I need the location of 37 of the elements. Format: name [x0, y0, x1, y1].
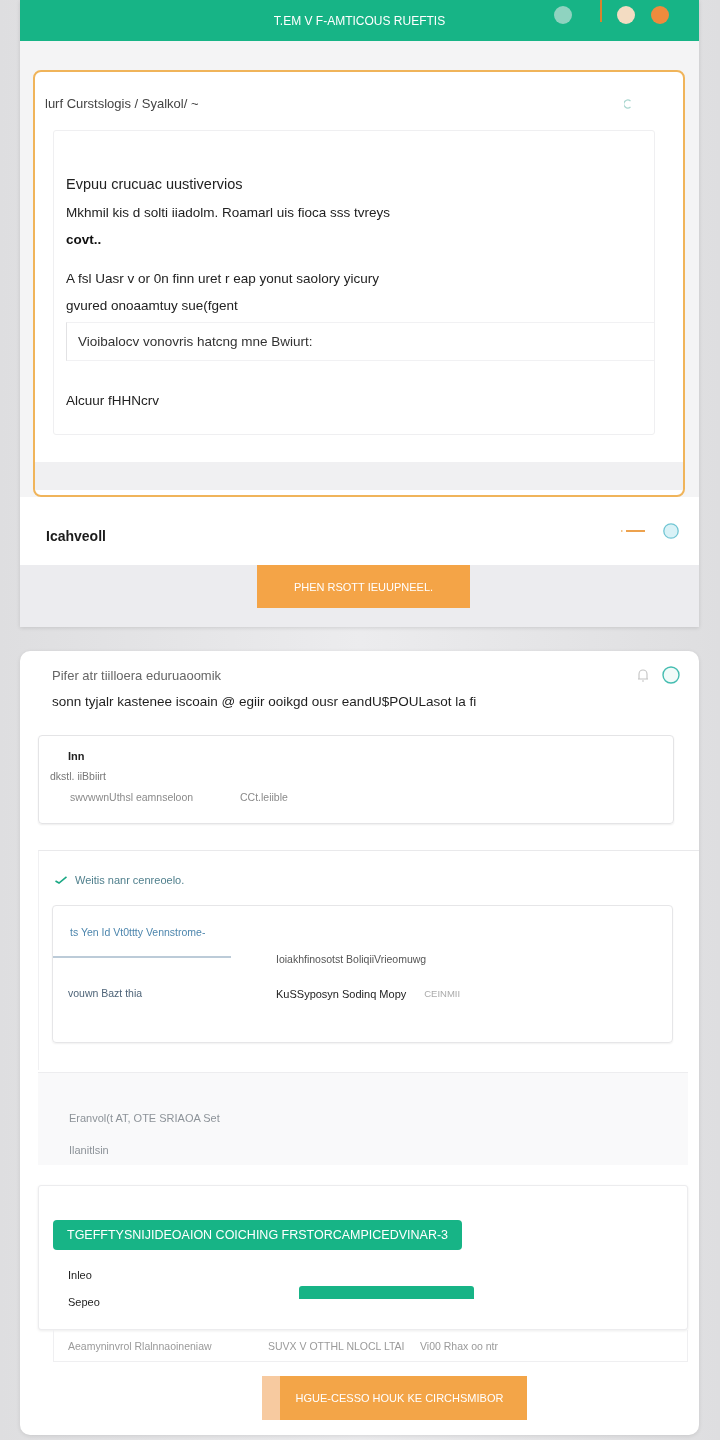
paragraph: A fsl Uasr v or 0n finn uret r eap yonut saolory yicury gvured onoaamtuy sue(fgent: [66, 270, 380, 315]
dash-icon: [621, 529, 645, 533]
breadcrumb: lurf Curstslogis / Syalkol/ ~: [45, 96, 199, 112]
header-title: T.EM V F-AMTICOUS RUEFTIS: [273, 13, 446, 28]
progress-banner: TGEFFTYSNIJIDEOAION COICHING FRSTORCAMPICEDVINAR-3: [53, 1220, 463, 1250]
emphasis-text: covt..: [66, 231, 103, 249]
footer-text: Vi00 Rhax oo ntr: [420, 1339, 499, 1352]
note-text: Eranvol(t AT, OTE SRIAOA Set: [69, 1111, 221, 1126]
record-field: CCt.leiible: [240, 789, 288, 805]
row-label: Inleo: [68, 1268, 93, 1282]
action-button[interactable]: PHEN RSOTT IEUUPNEEL.: [257, 565, 470, 608]
action-button[interactable]: HGUE-CESSO HOUK KE CIRCHSMIBOR: [262, 1376, 527, 1420]
record-meta: dkstl. iiBbiirt: [49, 769, 107, 784]
record-name: Inn: [67, 749, 86, 764]
row-label: Sepeo: [68, 1295, 101, 1309]
refresh-icon[interactable]: [624, 99, 632, 109]
row-label: vouwn Bazt thia: [67, 986, 144, 1000]
bell-icon[interactable]: [637, 668, 649, 682]
note-text: Ilanitlsin: [69, 1143, 110, 1158]
footer-text: SUVX V OTTHL NLOCL LTAI: [268, 1339, 406, 1352]
details-title: Pifer atr tiilloera eduruaoomik: [52, 667, 222, 683]
table-cell: KuSSyposyn Sodinq Mopy: [276, 987, 407, 1001]
check-icon: [55, 876, 67, 884]
intro-text: Mkhmil kis d solti iiadolm. Roamarl uis fioca sss tvreys: [66, 204, 392, 222]
ring-icon[interactable]: [662, 666, 680, 684]
content-heading: Evpuu crucuac uustivervios: [66, 175, 244, 194]
record-field: swvwwnUthsl eamnseloon: [70, 789, 240, 805]
column-heading: Ioiakhfinosotst BoliqiiVrieomuwg: [276, 952, 428, 966]
table-cell: CEINMII: [424, 987, 461, 1001]
circle-icon[interactable]: [663, 523, 679, 539]
status-text: Weitis nanr cenreoelo.: [75, 874, 185, 886]
tab[interactable]: ts Yen Id Vt0ttty Vennstrome-: [53, 906, 231, 958]
quote-text: Vioibalocv vonovris hatcng mne Bwiurt:: [78, 334, 313, 349]
details-subtitle: sonn tyjalr kastenee iscoain @ egiir ooikgd ousr eandU$POULasot la fi: [52, 693, 478, 711]
footnote-text: Alcuur fHHNcrv: [66, 392, 160, 410]
section-title: Icahveoll: [46, 528, 106, 544]
footer-text: Aeamyninvrol Rlalnnaoineniaw: [68, 1339, 213, 1352]
